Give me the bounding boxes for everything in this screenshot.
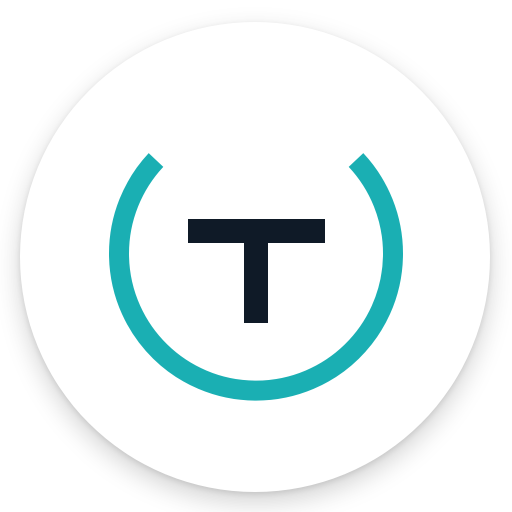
app-logo-icon — [109, 153, 403, 401]
logo-letter-t-stem — [244, 219, 268, 323]
icon-stage — [0, 0, 512, 512]
